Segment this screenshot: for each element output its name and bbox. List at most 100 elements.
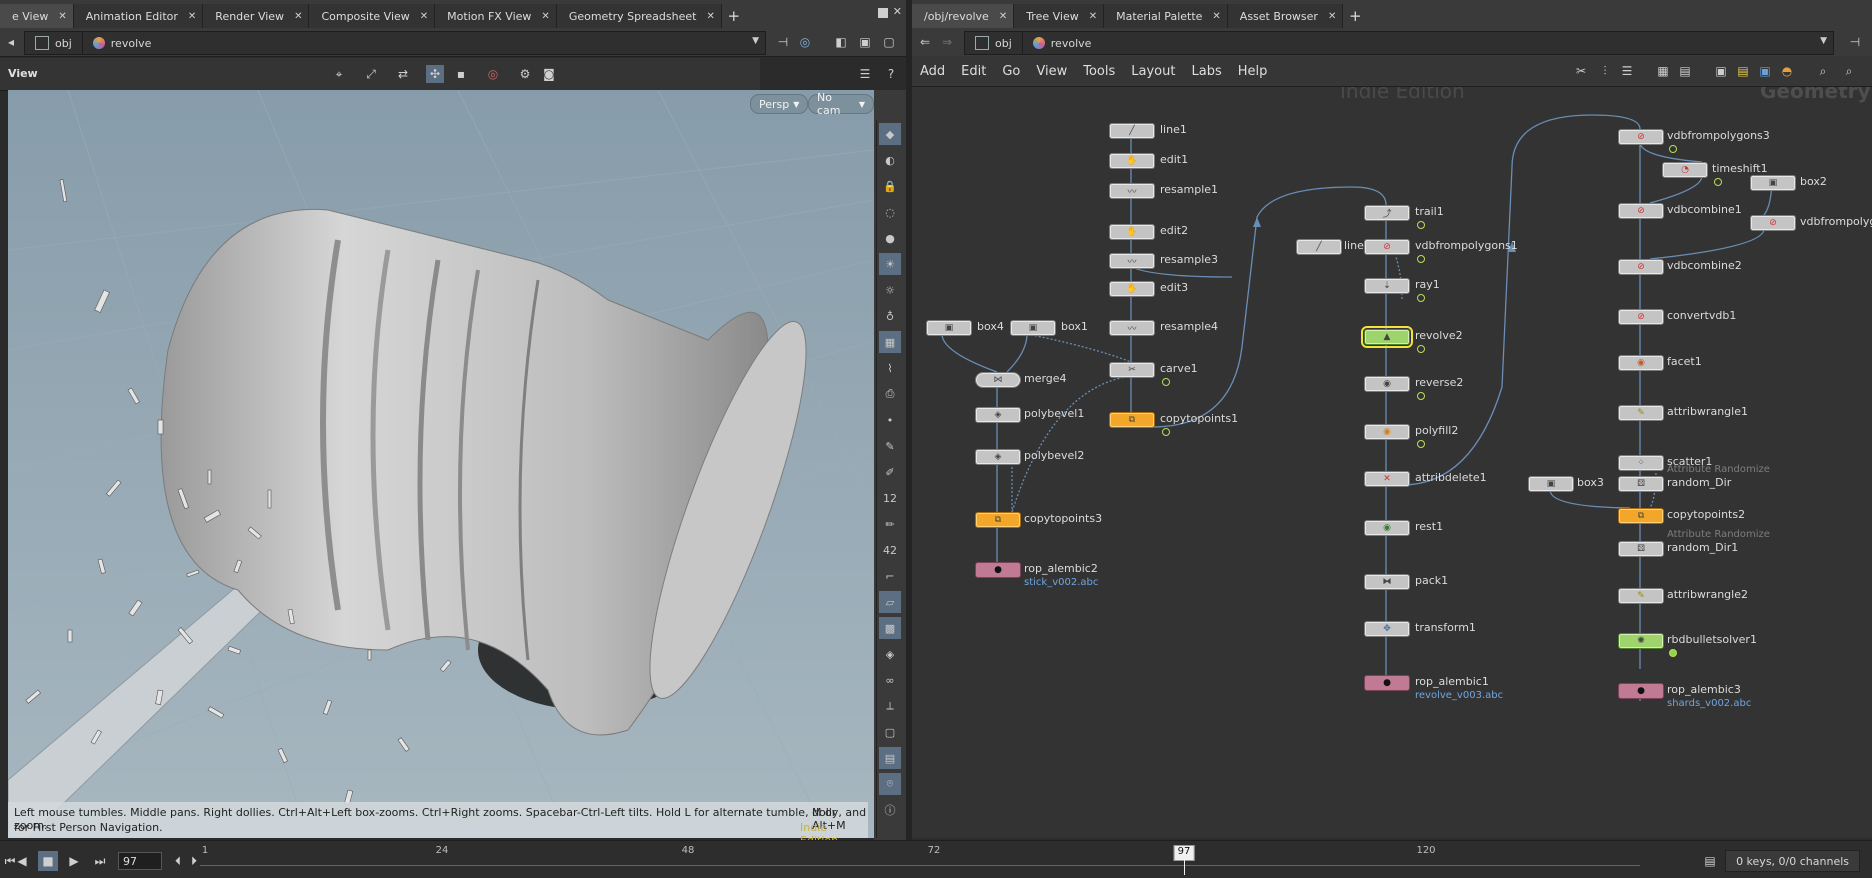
tree-icon[interactable]: ⫶: [1596, 62, 1614, 80]
ghost-icon[interactable]: ◐: [879, 149, 901, 171]
thumbnail-icon[interactable]: ▣: [1712, 62, 1730, 80]
tools-icon[interactable]: ✂: [1572, 62, 1590, 80]
close-pane-icon[interactable]: ✕: [893, 5, 902, 18]
display-icon[interactable]: ▣: [856, 33, 874, 51]
node-box3[interactable]: ▣: [1528, 476, 1574, 492]
node-resample1[interactable]: 〰: [1109, 183, 1155, 199]
node-edit3[interactable]: ✋: [1109, 281, 1155, 297]
tab-scene-view[interactable]: e View ✕: [0, 4, 74, 28]
transform-tool-icon[interactable]: ⇄: [394, 65, 412, 83]
tab-asset-browser[interactable]: Asset Browser ✕: [1227, 4, 1344, 28]
node-box1[interactable]: ▣: [1010, 320, 1056, 336]
node-attribwrangle1[interactable]: ✎: [1618, 405, 1664, 421]
tab-material-palette[interactable]: Material Palette ✕: [1104, 4, 1228, 28]
close-icon[interactable]: ✕: [541, 11, 549, 22]
node-rop_alembic2[interactable]: ●: [975, 562, 1021, 578]
xray-icon[interactable]: ◌: [879, 201, 901, 223]
camera-dropdown[interactable]: No cam ▼: [808, 91, 874, 117]
camera-icon[interactable]: ◙: [540, 65, 558, 83]
back-arrow-icon[interactable]: ◂: [2, 33, 20, 51]
frame-icon[interactable]: ▢: [879, 721, 901, 743]
node-convertvdb1[interactable]: ⊘: [1618, 309, 1664, 325]
link-icon[interactable]: ◎: [796, 33, 814, 51]
tab-animation-editor[interactable]: Animation Editor ✕: [73, 4, 204, 28]
zoom-icon[interactable]: ⌕: [1840, 62, 1858, 80]
table-view-icon[interactable]: ▤: [1676, 62, 1694, 80]
node-polyfill2[interactable]: ◉: [1364, 424, 1410, 440]
node-merge4[interactable]: ⋈: [975, 372, 1021, 388]
lock-icon[interactable]: 🔒: [879, 175, 901, 197]
node-polybevel1[interactable]: ◈: [975, 407, 1021, 423]
tab-motion-fx-view[interactable]: Motion FX View ✕: [435, 4, 557, 28]
screenshot-icon[interactable]: ▤: [879, 747, 901, 769]
jump-end-icon[interactable]: ⏭: [90, 851, 110, 871]
scene-viewport[interactable]: Persp ▼ No cam ▼: [8, 90, 874, 838]
grid-icon[interactable]: ▩: [879, 617, 901, 639]
node-copytopoints2[interactable]: ⧉: [1618, 508, 1664, 524]
menu-labs[interactable]: Labs: [1183, 64, 1229, 79]
network-editor[interactable]: Indie Edition Geometry ╱ line1 ✋ edit1 〰…: [912, 87, 1872, 838]
node-timeshift1[interactable]: ◔: [1662, 162, 1708, 178]
node-rbdbulletsolver1[interactable]: ✺: [1618, 633, 1664, 649]
tab-composite-view[interactable]: Composite View ✕: [309, 4, 436, 28]
range-options-icon[interactable]: ▤: [1700, 851, 1720, 871]
node-polybevel2[interactable]: ◈: [975, 449, 1021, 465]
maximize-icon[interactable]: ▢: [880, 33, 898, 51]
node-rop_alembic1[interactable]: ●: [1364, 675, 1410, 691]
palette-icon[interactable]: ◓: [1778, 62, 1796, 80]
node-random_Dir1[interactable]: ⚄: [1618, 541, 1664, 557]
node-reverse2[interactable]: ◉: [1364, 376, 1410, 392]
node-box2[interactable]: ▣: [1750, 175, 1796, 191]
node-rop_alembic3[interactable]: ●: [1618, 683, 1664, 699]
list-icon[interactable]: ☰: [1618, 62, 1636, 80]
record-icon[interactable]: ◎: [484, 65, 502, 83]
left-path-field[interactable]: obj revolve ▼: [24, 31, 766, 55]
node-random_Dir[interactable]: ⚄: [1618, 476, 1664, 492]
node-trail1[interactable]: ⤴: [1364, 205, 1410, 221]
corner-icon[interactable]: ⌐: [879, 565, 901, 587]
number-display-12[interactable]: 12: [879, 487, 901, 509]
close-icon[interactable]: ✕: [58, 11, 66, 22]
node-attribdelete1[interactable]: ✕: [1364, 471, 1410, 487]
node-revolve2[interactable]: ▲: [1361, 326, 1413, 348]
pane-menu-icon[interactable]: [878, 8, 888, 18]
node-transform1[interactable]: ✥: [1364, 621, 1410, 637]
menu-help[interactable]: Help: [1230, 64, 1276, 79]
camera-view-icon[interactable]: ▦: [879, 331, 901, 353]
tab-render-view[interactable]: Render View ✕: [203, 4, 310, 28]
stop-icon[interactable]: ■: [38, 851, 58, 871]
node-carve1[interactable]: ✂: [1109, 362, 1155, 378]
add-tab-button[interactable]: +: [722, 4, 746, 28]
node-copytopoints1[interactable]: ⧉: [1109, 412, 1155, 428]
menu-add[interactable]: Add: [912, 64, 953, 79]
location-icon[interactable]: ⌾: [879, 773, 901, 795]
breadcrumb-node[interactable]: revolve: [1023, 32, 1102, 54]
current-frame-field[interactable]: 97: [118, 852, 162, 870]
bulb-icon[interactable]: ☼: [879, 279, 901, 301]
close-icon[interactable]: ✕: [420, 11, 428, 22]
breadcrumb-node[interactable]: revolve: [83, 32, 162, 54]
close-icon[interactable]: ✕: [1328, 11, 1336, 22]
close-icon[interactable]: ✕: [188, 11, 196, 22]
link-icon[interactable]: ∞: [879, 669, 901, 691]
tab-geometry-spreadsheet[interactable]: Geometry Spreadsheet ✕: [556, 4, 722, 28]
play-reverse-icon[interactable]: ◀: [12, 851, 32, 871]
node-pack1[interactable]: ⧓: [1364, 574, 1410, 590]
image-icon[interactable]: ▣: [1756, 62, 1774, 80]
close-icon[interactable]: ✕: [1089, 11, 1097, 22]
pin-icon[interactable]: ⊣: [1846, 33, 1864, 51]
brush-icon[interactable]: ✏: [879, 513, 901, 535]
close-icon[interactable]: ✕: [294, 11, 302, 22]
cube-icon[interactable]: ◈: [879, 643, 901, 665]
tab-network-view[interactable]: /obj/revolve ✕: [912, 4, 1015, 28]
node-line2[interactable]: ╱: [1296, 239, 1342, 255]
forward-arrow-icon[interactable]: ⇒: [938, 33, 956, 51]
node-resample3[interactable]: 〰: [1109, 253, 1155, 269]
menu-edit[interactable]: Edit: [953, 64, 994, 79]
node-resample4[interactable]: 〰: [1109, 320, 1155, 336]
right-path-field[interactable]: obj revolve ▼: [964, 31, 1834, 55]
options-icon[interactable]: ☰: [856, 65, 874, 83]
node-edit2[interactable]: ✋: [1109, 224, 1155, 240]
chevron-down-icon[interactable]: ▼: [752, 36, 759, 46]
node-vdbfrompolygons3[interactable]: ⊘: [1618, 129, 1664, 145]
